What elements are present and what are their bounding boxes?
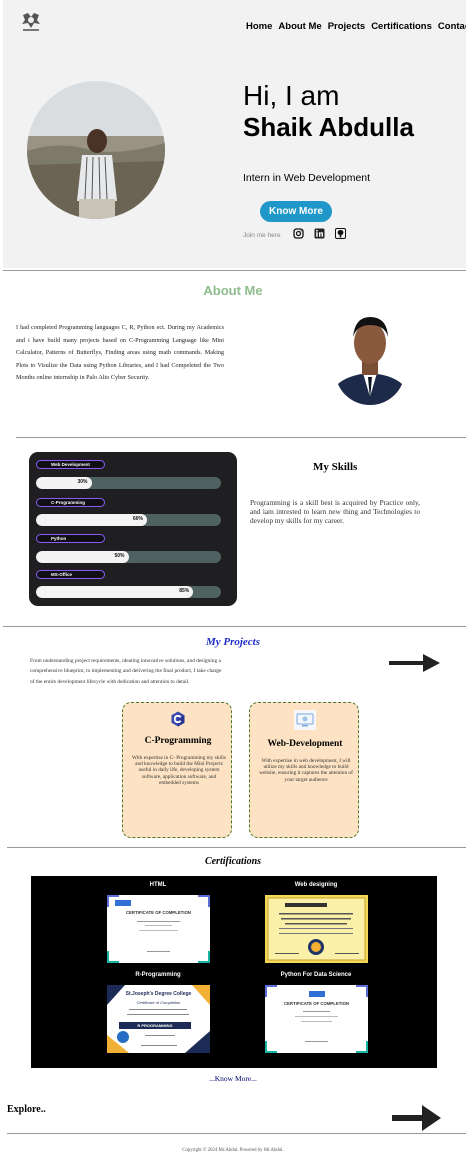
skill-percent: 50% [114,553,125,559]
project-card-title: C-Programming [144,736,212,746]
hero-name: Shaik Abdulla [243,112,414,142]
skill-progress-bar: 30% [36,477,221,489]
skill-progress-fill [36,514,147,526]
divider [16,437,466,438]
project-card-web[interactable]: Web-Development With expertise in web de… [249,702,359,838]
skill-label: MS-Office [36,570,105,579]
certificate-heading: CERTIFICATE OF COMPLETION [283,1001,350,1006]
cert-label: R-Programming [135,972,181,978]
about-text: I had completed Programming languages C,… [16,324,224,382]
skill-label: C-Programming [36,498,105,507]
certifications-gallery: HTML Web designing CERTIFICATE OF COMPLE… [31,876,437,1068]
certificate-webdesign-image[interactable] [265,895,368,963]
certificate-r-image[interactable]: St.Joseph's Degree College Certificate o… [107,985,210,1053]
project-card-title: Web-Development [267,739,343,749]
divider [3,626,466,627]
skills-panel: Web Development 30% C-Programming 60% Py… [29,452,237,606]
web-development-icon [294,710,316,730]
profile-photo [27,81,165,219]
divider [7,1133,466,1134]
skill-progress-bar: 85% [36,586,221,598]
nav-certifications-link[interactable]: Certifications [371,21,432,32]
projects-title: My Projects [205,636,261,648]
know-more-button[interactable]: Know More [260,201,332,222]
github-icon[interactable] [335,228,346,239]
certificate-subheading: Certificate of Completion [136,1000,181,1005]
skill-percent: 30% [77,479,88,485]
skill-percent: 85% [179,588,190,594]
project-card-text: With expertise in C- Programming my skil… [132,755,226,786]
cert-label: Web designing [294,882,338,888]
about-title: About Me [203,283,263,298]
nav-contact-link[interactable]: Contact [438,21,466,32]
skill-label: Web Development [36,460,105,469]
skills-text: Programming is a skill best is acquired … [250,498,420,525]
explore-label: Explore.. [7,1104,46,1115]
certifications-know-more-link[interactable]: ...Know More... [0,1074,466,1083]
linkedin-icon[interactable] [314,228,325,239]
skill-progress-bar: 60% [36,514,221,526]
cert-label: Python For Data Science [280,972,352,978]
skill-progress-bar: 50% [36,551,221,563]
hero-greeting: Hi, I am [243,80,340,111]
certificate-heading: CERTIFICATE OF COMPLETION [125,910,192,915]
logo-icon[interactable] [20,10,42,32]
certifications-title: Certifications [204,856,262,867]
about-photo [335,307,405,405]
footer-copyright: Copyright © 2024 Mr.Abdul. Powered by Mr… [182,1148,284,1153]
divider [7,847,466,848]
project-card-c[interactable]: C-Programming With expertise in C- Progr… [122,702,232,838]
projects-text: From understanding project requirements,… [30,658,222,685]
nav-home-link[interactable]: Home [246,21,272,32]
certificate-html-image[interactable]: CERTIFICATE OF COMPLETION [107,895,210,963]
certificate-college: St.Joseph's Degree College [125,991,192,997]
skill-label: Python [36,534,105,543]
main-nav: Home About Me Projects Certifications Co… [246,21,466,32]
certificate-banner: R PROGRAMMING [137,1023,173,1028]
certificate-python-image[interactable]: CERTIFICATE OF COMPLETION [265,985,368,1053]
skill-percent: 60% [133,516,144,522]
cert-label: HTML [149,882,167,888]
divider [3,270,466,271]
nav-about-link[interactable]: About Me [278,21,321,32]
skill-progress-fill [36,586,194,598]
arrow-right-icon[interactable] [389,653,441,673]
c-language-icon [171,711,185,727]
hero-role: Intern in Web Development [243,172,371,184]
nav-projects-link[interactable]: Projects [328,21,366,32]
join-me-label: Join me here [243,232,281,239]
project-card-text: With expertise in web development, I wil… [259,758,353,783]
arrow-right-icon[interactable] [392,1105,442,1131]
instagram-icon[interactable] [293,228,304,239]
skills-title: My Skills [313,461,358,473]
